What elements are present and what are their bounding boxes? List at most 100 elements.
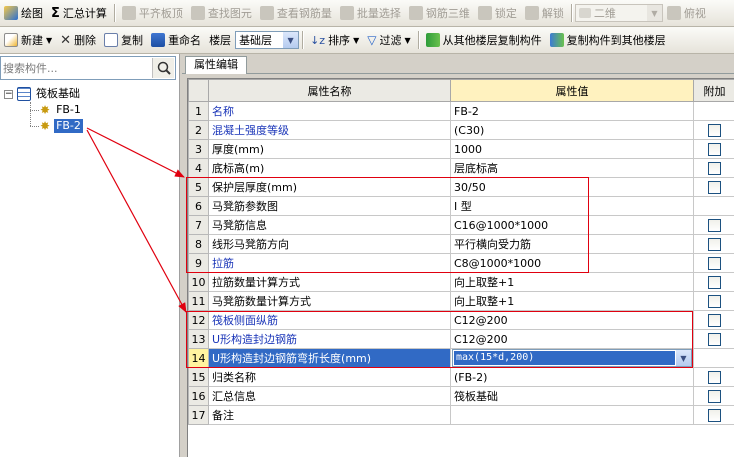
chevron-down-icon[interactable]: ▼ <box>676 350 691 366</box>
table-row[interactable]: 5 保护层厚度(mm) 30/50 <box>188 177 734 197</box>
attach-checkbox[interactable] <box>708 294 721 308</box>
property-value-cell[interactable]: 筏板基础 <box>450 386 694 406</box>
table-row[interactable]: 17 备注 <box>188 405 734 425</box>
property-name-cell[interactable]: 线形马凳筋方向 <box>208 234 451 254</box>
property-value-cell[interactable]: (FB-2) <box>450 367 694 387</box>
property-value-cell[interactable]: C12@200 <box>450 329 694 349</box>
property-name-cell[interactable]: 马凳筋参数图 <box>208 196 451 216</box>
table-row[interactable]: 11 马凳筋数量计算方式 向上取整+1 <box>188 291 734 311</box>
attach-checkbox[interactable] <box>708 123 721 137</box>
attach-checkbox[interactable] <box>708 370 721 384</box>
property-value-cell[interactable]: C8@1000*1000 <box>450 253 694 273</box>
delete-button[interactable]: ✕ 删除 <box>56 29 100 51</box>
align-top-button[interactable]: 平齐板顶 <box>118 2 187 24</box>
extra-header[interactable]: 附加 <box>693 79 734 102</box>
search-button[interactable] <box>152 58 174 78</box>
attach-checkbox[interactable] <box>708 256 721 270</box>
attach-checkbox[interactable] <box>708 313 721 327</box>
lock-button[interactable]: 锁定 <box>474 2 521 24</box>
property-value-cell[interactable]: 1000 <box>450 139 694 159</box>
property-value-cell[interactable]: C12@200 <box>450 310 694 330</box>
table-row[interactable]: 14 U形构造封边钢筋弯折长度(mm) max(15*d,200) ▼ <box>188 348 734 368</box>
property-value-cell[interactable]: (C30) <box>450 120 694 140</box>
summary-calc-button[interactable]: Σ 汇总计算 <box>47 2 111 24</box>
attach-checkbox[interactable] <box>708 408 721 422</box>
extra-cell <box>693 386 734 406</box>
floor-select[interactable]: 基础层 ▼ <box>235 31 300 49</box>
rename-button[interactable]: 重命名 <box>147 29 205 51</box>
table-row[interactable]: 1 名称 FB-2 <box>188 101 734 121</box>
table-row[interactable]: 7 马凳筋信息 C16@1000*1000 <box>188 215 734 235</box>
property-name-cell[interactable]: 混凝土强度等级 <box>208 120 451 140</box>
table-row[interactable]: 9 拉筋 C8@1000*1000 <box>188 253 734 273</box>
tree-root-item[interactable]: − 筏板基础 <box>4 86 82 102</box>
attach-checkbox[interactable] <box>708 161 721 175</box>
table-row[interactable]: 8 线形马凳筋方向 平行横向受力筋 <box>188 234 734 254</box>
table-row[interactable]: 2 混凝土强度等级 (C30) <box>188 120 734 140</box>
copy-button[interactable]: 复制 <box>100 29 147 51</box>
new-button[interactable]: 新建 ▼ <box>0 29 56 51</box>
property-name-cell[interactable]: 拉筋 <box>208 253 451 273</box>
table-row[interactable]: 4 底标高(m) 层底标高 <box>188 158 734 178</box>
search-input[interactable] <box>1 57 151 79</box>
tab-divider <box>182 73 734 74</box>
table-row[interactable]: 3 厚度(mm) 1000 <box>188 139 734 159</box>
property-value-header[interactable]: 属性值 <box>450 79 694 102</box>
property-name-cell[interactable]: 马凳筋信息 <box>208 215 451 235</box>
copy-from-floor-button[interactable]: 从其他楼层复制构件 <box>422 29 546 51</box>
batch-select-button[interactable]: 批量选择 <box>336 2 405 24</box>
property-name-cell[interactable]: U形构造封边钢筋弯折长度(mm) <box>208 348 451 368</box>
tab-property-edit[interactable]: 属性编辑 <box>185 56 247 74</box>
attach-checkbox[interactable] <box>708 389 721 403</box>
attach-checkbox[interactable] <box>708 218 721 232</box>
filter-button[interactable]: ▽ 过滤 ▼ <box>363 29 414 51</box>
tree-item-fb-1[interactable]: ✸ FB-1 <box>40 102 83 118</box>
property-value-cell[interactable]: 平行横向受力筋 <box>450 234 694 254</box>
property-value-cell[interactable]: C16@1000*1000 <box>450 215 694 235</box>
property-name-cell[interactable]: 保护层厚度(mm) <box>208 177 451 197</box>
table-row[interactable]: 10 拉筋数量计算方式 向上取整+1 <box>188 272 734 292</box>
table-row[interactable]: 16 汇总信息 筏板基础 <box>188 386 734 406</box>
property-value-edit-text[interactable]: max(15*d,200) <box>454 351 675 365</box>
property-name-cell[interactable]: 拉筋数量计算方式 <box>208 272 451 292</box>
attach-checkbox[interactable] <box>708 332 721 346</box>
property-value-cell[interactable] <box>450 405 694 425</box>
property-name-cell[interactable]: 筏板侧面纵筋 <box>208 310 451 330</box>
tree-item-fb-2[interactable]: ✸ FB-2 <box>40 118 83 134</box>
property-value-combo[interactable]: max(15*d,200) ▼ <box>452 349 692 367</box>
property-name-cell[interactable]: 备注 <box>208 405 451 425</box>
row-number: 17 <box>188 405 209 425</box>
unlock-button[interactable]: 解锁 <box>521 2 568 24</box>
property-value-cell[interactable]: 30/50 <box>450 177 694 197</box>
property-value-cell[interactable]: 向上取整+1 <box>450 291 694 311</box>
property-name-cell[interactable]: 厚度(mm) <box>208 139 451 159</box>
copy-to-floor-button[interactable]: 复制构件到其他楼层 <box>546 29 670 51</box>
property-value-cell[interactable]: I 型 <box>450 196 694 216</box>
property-name-header[interactable]: 属性名称 <box>208 79 451 102</box>
property-value-cell[interactable]: FB-2 <box>450 101 694 121</box>
attach-checkbox[interactable] <box>708 237 721 251</box>
draw-button[interactable]: 绘图 <box>0 2 47 24</box>
property-name-cell[interactable]: 汇总信息 <box>208 386 451 406</box>
table-row[interactable]: 12 筏板侧面纵筋 C12@200 <box>188 310 734 330</box>
table-row[interactable]: 13 U形构造封边钢筋 C12@200 <box>188 329 734 349</box>
collapse-icon[interactable]: − <box>4 89 13 99</box>
overhead-view-button[interactable]: 俯视 <box>663 2 710 24</box>
table-row[interactable]: 6 马凳筋参数图 I 型 <box>188 196 734 216</box>
property-name-cell[interactable]: 归类名称 <box>208 367 451 387</box>
find-element-button[interactable]: 查找图元 <box>187 2 256 24</box>
table-row[interactable]: 15 归类名称 (FB-2) <box>188 367 734 387</box>
property-name-cell[interactable]: 底标高(m) <box>208 158 451 178</box>
property-name-cell[interactable]: 马凳筋数量计算方式 <box>208 291 451 311</box>
attach-checkbox[interactable] <box>708 275 721 289</box>
sort-button[interactable]: ↓z 排序 ▼ <box>306 29 363 51</box>
property-name-cell[interactable]: U形构造封边钢筋 <box>208 329 451 349</box>
view-rebar-button[interactable]: 查看钢筋量 <box>256 2 336 24</box>
attach-checkbox[interactable] <box>708 142 721 156</box>
attach-checkbox[interactable] <box>708 180 721 194</box>
rebar-3d-button[interactable]: 钢筋三维 <box>405 2 474 24</box>
view-mode-select[interactable]: 二维 ▼ <box>574 4 663 22</box>
property-name-cell[interactable]: 名称 <box>208 101 451 121</box>
property-value-cell[interactable]: 向上取整+1 <box>450 272 694 292</box>
property-value-cell[interactable]: 层底标高 <box>450 158 694 178</box>
